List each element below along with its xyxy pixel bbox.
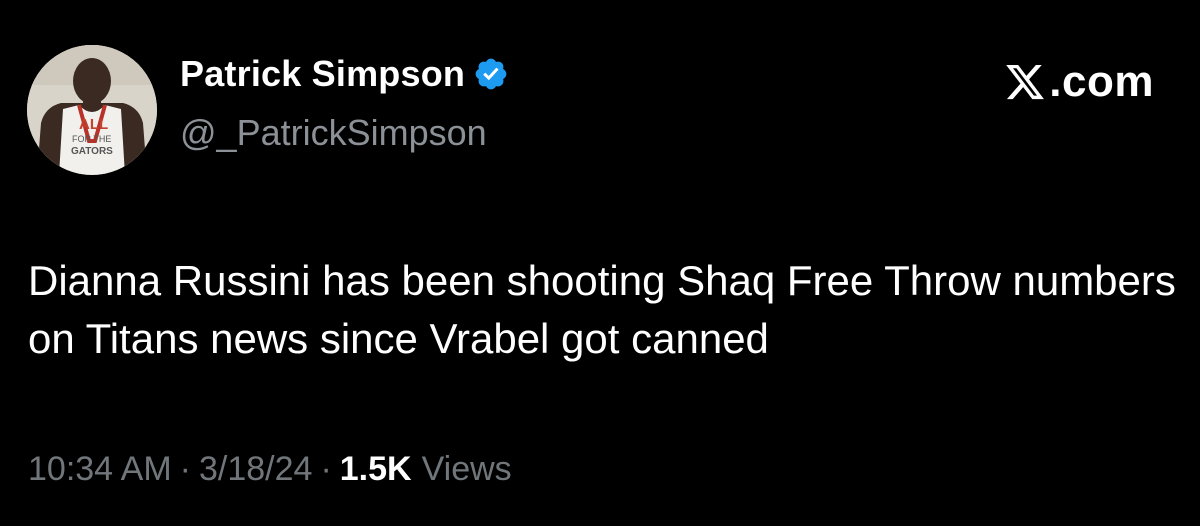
brand-watermark: .com: [1003, 57, 1154, 106]
tweet-card: ALL FOR THE GATORS Patrick Simpson @_Pat…: [0, 0, 1200, 526]
svg-text:ALL: ALL: [79, 116, 108, 133]
meta-separator: ·: [320, 450, 332, 488]
tweet-time[interactable]: 10:34 AM: [28, 450, 172, 489]
author-display-name[interactable]: Patrick Simpson: [180, 53, 465, 95]
svg-text:GATORS: GATORS: [71, 146, 113, 157]
author-handle[interactable]: @_PatrickSimpson: [180, 112, 487, 154]
views-count: 1.5K: [339, 450, 412, 488]
tweet-date[interactable]: 3/18/24: [199, 450, 312, 489]
meta-separator: ·: [179, 450, 191, 488]
verified-badge-icon: [475, 58, 507, 90]
tweet-text: Dianna Russini has been shooting Shaq Fr…: [28, 257, 1176, 362]
views-label: Views: [421, 450, 512, 488]
avatar[interactable]: ALL FOR THE GATORS: [27, 45, 157, 175]
tweet-meta: 10:34 AM · 3/18/24 · 1.5K Views: [28, 450, 512, 489]
author-name-row[interactable]: Patrick Simpson: [180, 52, 509, 96]
x-logo-icon: [1006, 64, 1045, 100]
brand-label: .com: [1049, 57, 1154, 106]
svg-text:FOR THE: FOR THE: [72, 134, 111, 144]
